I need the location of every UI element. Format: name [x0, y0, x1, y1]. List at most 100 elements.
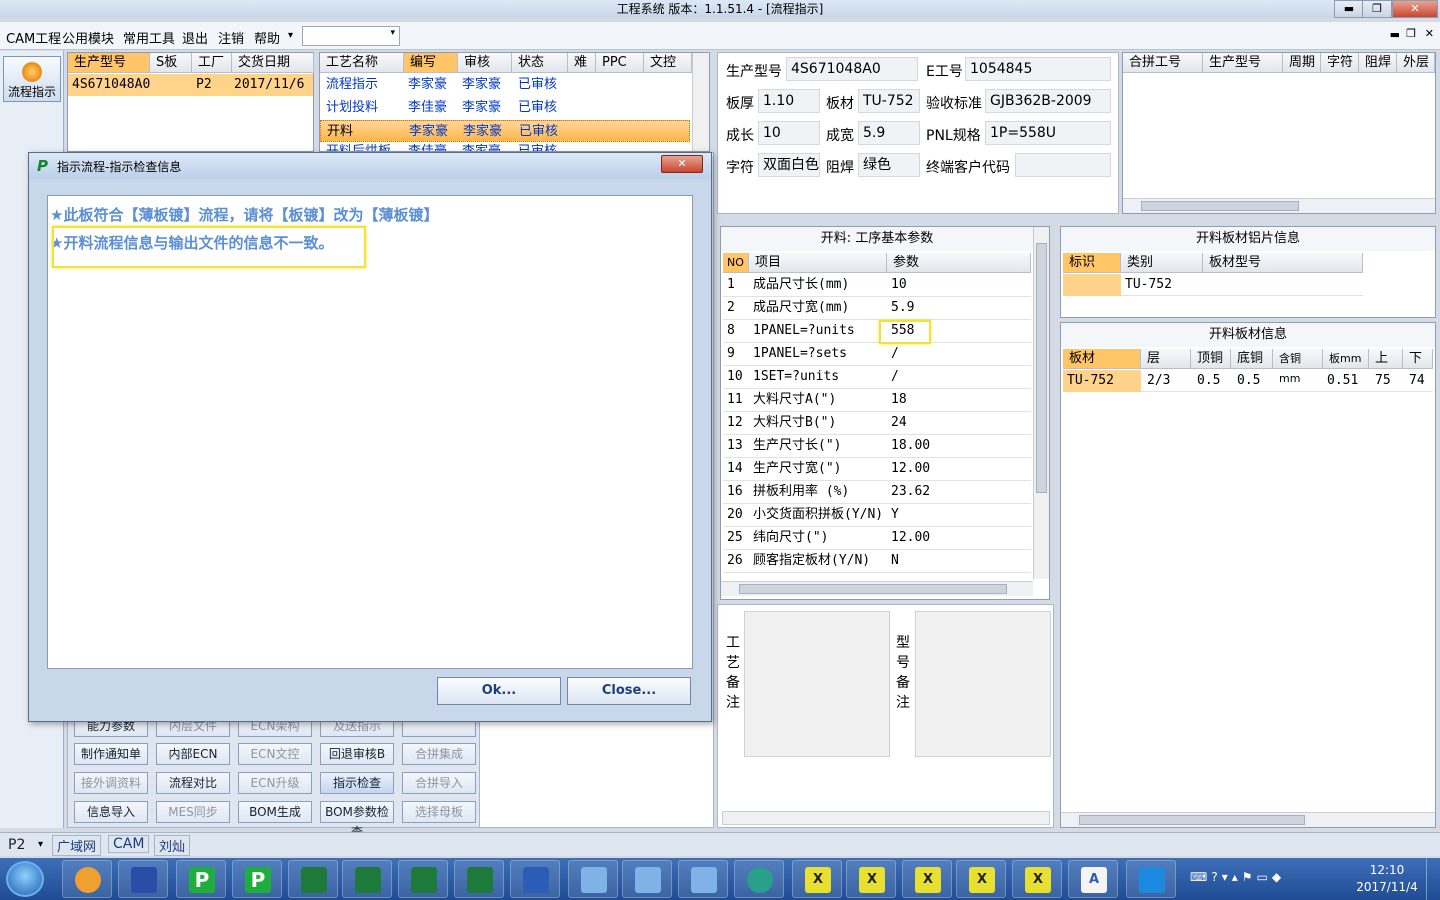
- taskbar-x-4[interactable]: X: [956, 860, 1006, 898]
- external-data-button[interactable]: 接外调资料: [74, 772, 148, 794]
- taskbar-window-2[interactable]: [622, 860, 672, 898]
- ecn-upgrade-button[interactable]: ECN升级: [238, 772, 312, 794]
- menu-tools[interactable]: 常用工具: [123, 28, 175, 47]
- taskbar-window-3[interactable]: [678, 860, 728, 898]
- chevron-down-icon[interactable]: ▾: [38, 839, 43, 850]
- col-mask[interactable]: 阻焊: [1359, 53, 1397, 73]
- close-window-button[interactable]: ✕: [1392, 0, 1438, 18]
- board-hscrollbar[interactable]: [1061, 812, 1435, 827]
- col-model[interactable]: 生产型号: [68, 53, 150, 73]
- bom-generate-button[interactable]: BOM生成: [238, 801, 312, 823]
- col-merge-model[interactable]: 生产型号: [1203, 53, 1283, 73]
- col-status[interactable]: 状态: [512, 53, 568, 73]
- col-doc-control[interactable]: 文控: [644, 53, 692, 73]
- mes-sync-button[interactable]: MES同步: [156, 801, 230, 823]
- mdi-restore-icon[interactable]: ❐: [1406, 27, 1416, 40]
- taskbar-word[interactable]: [510, 860, 560, 898]
- table-row[interactable]: 26 顾客指定板材(Y/N) N: [723, 550, 1031, 573]
- remarks-hscrollbar[interactable]: [722, 811, 1050, 825]
- clock[interactable]: 12:10 2017/11/4: [1356, 862, 1418, 896]
- table-row-selected[interactable]: 开料 李家豪 李家豪 已审核: [320, 120, 690, 142]
- minimize-button[interactable]: ▬: [1334, 0, 1364, 18]
- merge-import-button[interactable]: 合拼导入: [402, 772, 476, 794]
- col-param[interactable]: 参数: [887, 253, 1031, 273]
- merge-integrate-button[interactable]: 合拼集成: [402, 743, 476, 765]
- dialog-close-button[interactable]: ✕: [661, 155, 703, 173]
- table-row[interactable]: 流程指示 李家豪 李家豪 已审核: [320, 74, 690, 96]
- dialog-close-action-button[interactable]: Close...: [567, 677, 691, 705]
- table-row[interactable]: 9 1PANEL=?sets /: [723, 343, 1031, 366]
- col-up[interactable]: 上: [1369, 349, 1403, 369]
- taskbar-excel-3[interactable]: [398, 860, 448, 898]
- table-row[interactable]: 16 拼板利用率 (%) 23.62: [723, 481, 1031, 504]
- taskbar-app-1[interactable]: [62, 860, 112, 898]
- table-row[interactable]: 4S671048A0 P2 2017/11/6: [68, 74, 313, 96]
- table-row[interactable]: 20 小交货面积拼板(Y/N) Y: [723, 504, 1031, 527]
- col-char[interactable]: 字符: [1321, 53, 1359, 73]
- show-desktop-button[interactable]: [1426, 858, 1440, 900]
- taskbar-x-5[interactable]: X: [1012, 860, 1062, 898]
- ok-button[interactable]: Ok...: [437, 677, 561, 705]
- toolbar-combo[interactable]: ▾: [302, 26, 400, 46]
- start-button[interactable]: [6, 861, 44, 897]
- col-period[interactable]: 周期: [1283, 53, 1321, 73]
- dialog-message-box[interactable]: ★此板符合【薄板镀】流程，请将【板镀】改为【薄板镀】 ★开料流程信息与输出文件的…: [47, 195, 693, 669]
- params-scroll-thumb[interactable]: [1036, 243, 1047, 493]
- table-row[interactable]: 开料后烘板 李佳豪 李家豪 已审核: [320, 143, 690, 151]
- select-mother-board-button[interactable]: 选择母板: [402, 801, 476, 823]
- mdi-minimize-icon[interactable]: ▬: [1390, 28, 1400, 41]
- col-process[interactable]: 工艺名称: [320, 53, 404, 73]
- col-no[interactable]: NO: [723, 253, 749, 273]
- indicator-check-button[interactable]: 指示检查: [320, 772, 394, 794]
- col-board[interactable]: 板材: [1063, 349, 1141, 369]
- table-row[interactable]: 8 1PANEL=?units 558: [723, 320, 1031, 344]
- taskbar-excel-2[interactable]: [342, 860, 392, 898]
- taskbar-feiq[interactable]: [1126, 860, 1176, 898]
- taskbar-x-2[interactable]: X: [846, 860, 896, 898]
- table-row[interactable]: 13 生产尺寸长(") 18.00: [723, 435, 1031, 458]
- table-row[interactable]: TU-752 2/3 0.5 0.5 0.51 75 74: [1063, 370, 1433, 392]
- info-import-button[interactable]: 信息导入: [74, 801, 148, 823]
- make-notice-button[interactable]: 制作通知单: [74, 743, 148, 765]
- col-factory[interactable]: 工厂: [192, 53, 232, 73]
- bom-param-check-button[interactable]: BOM参数检查: [320, 801, 394, 839]
- table-row[interactable]: TU-752: [1063, 274, 1363, 296]
- table-row[interactable]: 计划投料 李佳豪 李家豪 已审核: [320, 97, 690, 119]
- taskbar-x-1[interactable]: X: [792, 860, 842, 898]
- col-mark[interactable]: 标识: [1063, 253, 1121, 273]
- process-remark-field[interactable]: [744, 611, 890, 757]
- col-ppc[interactable]: PPC: [596, 53, 644, 73]
- col-down[interactable]: 下: [1403, 349, 1433, 369]
- merge-hscrollbar[interactable]: [1123, 198, 1435, 213]
- revert-review-button[interactable]: 回退审核B: [320, 743, 394, 765]
- col-writer[interactable]: 编写: [404, 53, 458, 73]
- internal-ecn-button[interactable]: 内部ECN: [156, 743, 230, 765]
- model-remark-field[interactable]: [915, 611, 1051, 757]
- taskbar-app-2[interactable]: [118, 860, 168, 898]
- board-scroll-thumb[interactable]: [1079, 815, 1305, 825]
- taskbar-excel-4[interactable]: [454, 860, 504, 898]
- taskbar-excel-1[interactable]: [288, 860, 338, 898]
- menu-cam[interactable]: CAM工程: [6, 28, 61, 47]
- maximize-button[interactable]: ❐: [1362, 0, 1392, 18]
- flow-compare-button[interactable]: 流程对比: [156, 772, 230, 794]
- menu-logout[interactable]: 注销: [218, 28, 244, 47]
- table-row[interactable]: 25 纬向尺寸(") 12.00: [723, 527, 1031, 550]
- flow-indicator-button[interactable]: 流程指示: [3, 56, 61, 102]
- table-row[interactable]: 14 生产尺寸宽(") 12.00: [723, 458, 1031, 481]
- mdi-close-icon[interactable]: ✕: [1425, 27, 1434, 40]
- taskbar-app-3[interactable]: P: [176, 860, 226, 898]
- col-layer[interactable]: 层: [1141, 349, 1191, 369]
- params-vscrollbar[interactable]: [1033, 227, 1049, 579]
- table-row[interactable]: 12 大料尺寸B(") 24: [723, 412, 1031, 435]
- col-board-mm[interactable]: 板mm: [1323, 349, 1369, 369]
- params-hscrollbar[interactable]: [721, 581, 1033, 596]
- col-category[interactable]: 类别: [1121, 253, 1203, 273]
- table-row[interactable]: 2 成品尺寸宽(mm) 5.9: [723, 297, 1031, 320]
- merge-scroll-thumb[interactable]: [1141, 201, 1299, 211]
- col-s[interactable]: S板: [150, 53, 192, 73]
- ecn-doc-button[interactable]: ECN文控: [238, 743, 312, 765]
- taskbar-window-1[interactable]: [568, 860, 618, 898]
- params-hscroll-thumb[interactable]: [739, 584, 1007, 594]
- factory-status[interactable]: P2: [8, 837, 25, 853]
